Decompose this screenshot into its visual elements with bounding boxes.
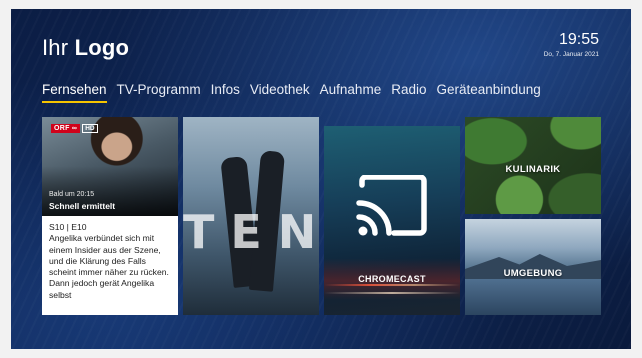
nav-item-geraeteanbindung[interactable]: Geräteanbindung xyxy=(436,82,540,103)
show-description-block: S10 | E10 Angelika verbündet sich mit ei… xyxy=(49,222,173,301)
clock: 19:55 Do, 7. Januar 2021 xyxy=(544,31,599,58)
nav-item-infos[interactable]: Infos xyxy=(211,82,240,103)
tile-umgebung[interactable]: UMGEBUNG xyxy=(465,219,601,315)
nav-item-radio[interactable]: Radio xyxy=(391,82,426,103)
nav-item-aufnahme[interactable]: Aufnahme xyxy=(320,82,382,103)
show-description: Angelika verbündet sich mit einem Inside… xyxy=(49,233,169,300)
lake-water xyxy=(465,279,601,315)
channel-name: ORF xyxy=(54,125,70,132)
kulinarik-label: KULINARIK xyxy=(505,164,561,175)
brand-logo: Ihr Logo xyxy=(42,35,129,61)
nav-item-videothek[interactable]: Videothek xyxy=(250,82,310,103)
chromecast-label: CHROMECAST xyxy=(358,274,426,284)
tile-live-tv[interactable]: ORF ∞ HD Bald um 20:15 Schnell ermittelt… xyxy=(42,117,178,315)
logo-text-bold: Logo xyxy=(74,35,130,60)
tile-chromecast[interactable]: CHROMECAST xyxy=(324,126,460,315)
channel-logo-box: ORF ∞ xyxy=(51,124,81,133)
nav-item-fernsehen[interactable]: Fernsehen xyxy=(42,82,107,103)
tv-screen: Ihr Logo 19:55 Do, 7. Januar 2021 Fernse… xyxy=(11,9,631,349)
logo-text-light: Ihr xyxy=(42,35,69,60)
episode-info: S10 | E10 xyxy=(49,222,87,232)
poster-title: TENET xyxy=(183,205,319,259)
tile-movie-poster[interactable]: TENET xyxy=(183,117,319,315)
nav-item-tv-programm[interactable]: TV-Programm xyxy=(117,82,201,103)
main-nav: Fernsehen TV-Programm Infos Videothek Au… xyxy=(42,82,551,103)
clock-date: Do, 7. Januar 2021 xyxy=(543,51,599,58)
live-tv-thumbnail: ORF ∞ HD Bald um 20:15 Schnell ermittelt xyxy=(42,117,178,216)
clock-time: 19:55 xyxy=(558,31,599,48)
hd-badge: HD xyxy=(82,124,98,133)
umgebung-label: UMGEBUNG xyxy=(503,268,563,279)
tile-kulinarik[interactable]: KULINARIK xyxy=(465,117,601,214)
light-streak xyxy=(324,292,460,294)
light-streak xyxy=(324,284,460,286)
channel-logo: ORF ∞ HD xyxy=(51,124,98,133)
cast-icon xyxy=(356,175,427,236)
show-title: Schnell ermittelt xyxy=(49,201,116,211)
show-time: Bald um 20:15 xyxy=(49,191,95,198)
